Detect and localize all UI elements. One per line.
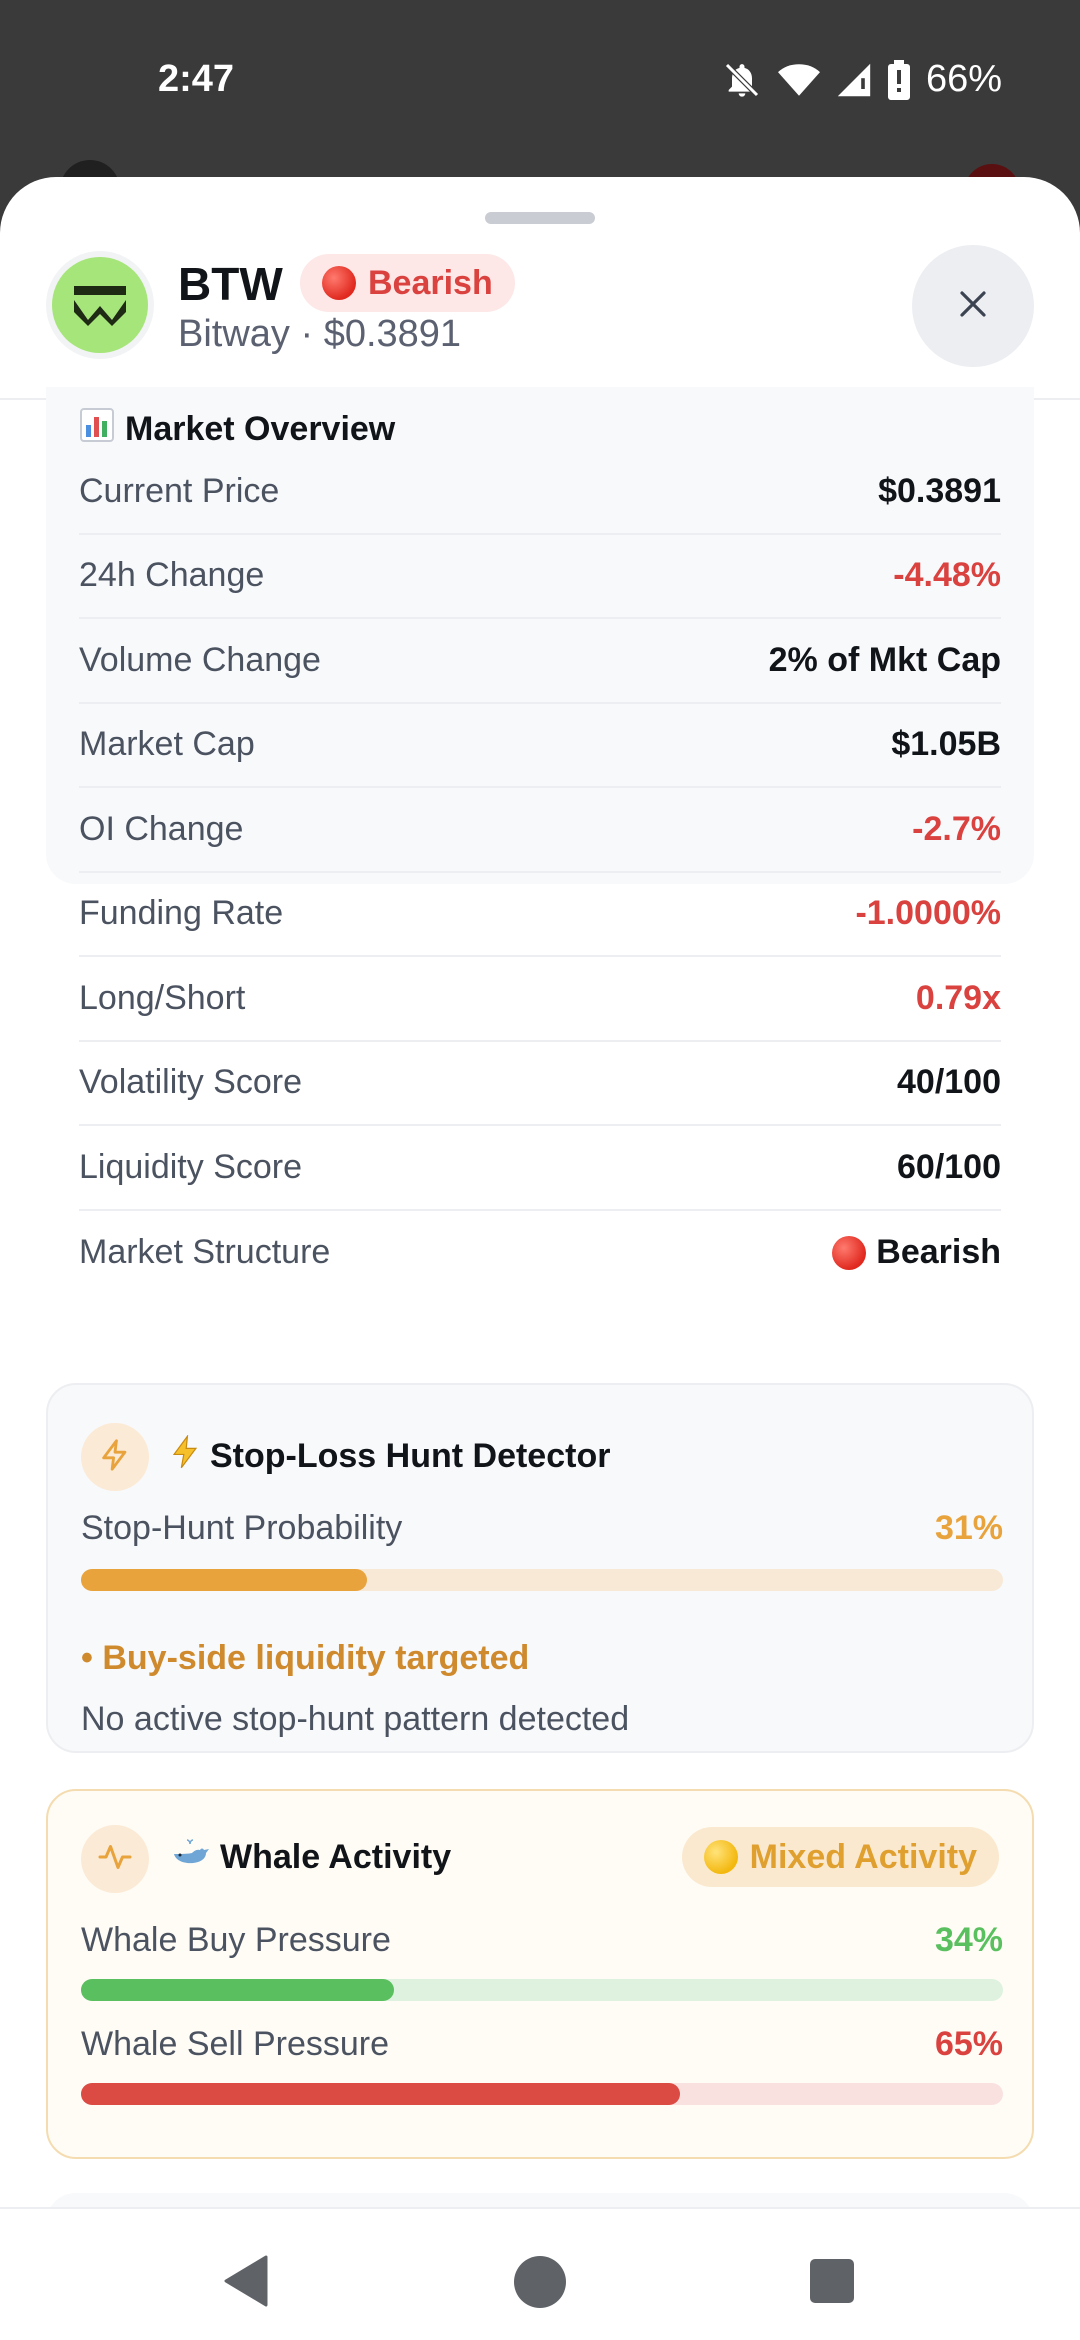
whale-sell-bar bbox=[81, 2083, 1003, 2105]
whale-icon-badge bbox=[81, 1825, 149, 1893]
whale-buy-bar bbox=[81, 1979, 1003, 2001]
close-button[interactable] bbox=[912, 245, 1034, 367]
stop-hunt-probability-fill bbox=[81, 1569, 367, 1591]
metric-list: Current Price $0.3891 24h Change -4.48% … bbox=[79, 450, 1001, 1295]
stop-hunt-status: No active stop-hunt pattern detected bbox=[81, 1700, 630, 1738]
stop-hunt-card: Stop-Loss Hunt Detector Stop-Hunt Probab… bbox=[46, 1383, 1034, 1753]
metric-row-24h-change: 24h Change -4.48% bbox=[79, 535, 1001, 619]
metric-row-oi-change: OI Change -2.7% bbox=[79, 788, 1001, 873]
metric-row-long-short: Long/Short 0.79x bbox=[79, 957, 1001, 1042]
status-time: 2:47 bbox=[158, 58, 235, 100]
stop-hunt-probability-bar bbox=[81, 1569, 1003, 1591]
whale-activity-title: Whale Activity bbox=[170, 1838, 451, 1877]
metric-row-volume-change: Volume Change 2% of Mkt Cap bbox=[79, 619, 1001, 704]
wifi-icon bbox=[777, 61, 820, 99]
battery-icon bbox=[887, 59, 910, 100]
status-icons: 66% bbox=[722, 58, 1002, 101]
bar-chart-icon bbox=[79, 407, 115, 452]
home-icon[interactable] bbox=[514, 2256, 566, 2308]
yellow-circle-icon bbox=[703, 1840, 738, 1874]
recents-icon[interactable] bbox=[810, 2259, 854, 2303]
close-icon bbox=[958, 289, 988, 324]
whale-buy-fill bbox=[81, 1979, 395, 2001]
metric-row-volatility-score: Volatility Score 40/100 bbox=[79, 1042, 1001, 1126]
activity-pulse-icon bbox=[97, 1839, 133, 1880]
coin-symbol: BTW bbox=[178, 258, 283, 310]
whale-emoji-icon bbox=[170, 1838, 210, 1877]
whale-sell-row: Whale Sell Pressure 65% bbox=[81, 2025, 1003, 2063]
whale-sell-fill bbox=[81, 2083, 681, 2105]
metric-row-liquidity-score: Liquidity Score 60/100 bbox=[79, 1126, 1001, 1211]
stop-hunt-probability-row: Stop-Hunt Probability 31% bbox=[81, 1509, 1003, 1547]
metric-row-market-cap: Market Cap $1.05B bbox=[79, 704, 1001, 788]
whale-buy-row: Whale Buy Pressure 34% bbox=[81, 1921, 1003, 1959]
system-nav-bar bbox=[0, 2207, 1080, 2340]
whale-activity-badge: Mixed Activity bbox=[681, 1827, 999, 1887]
sheet-header: BTW Bearish Bitway · $0.3891 bbox=[0, 177, 1080, 400]
whale-activity-card: Whale Activity Mixed Activity Whale Buy … bbox=[46, 1789, 1034, 2159]
battery-percent: 66% bbox=[925, 58, 1002, 100]
stop-hunt-title: Stop-Loss Hunt Detector bbox=[170, 1434, 610, 1478]
coin-logo bbox=[46, 251, 154, 359]
lightning-icon bbox=[98, 1438, 132, 1477]
lightning-emoji-icon bbox=[170, 1434, 200, 1478]
coin-subtitle: Bitway · $0.3891 bbox=[178, 313, 462, 355]
market-overview-card: Market Overview Current Price $0.3891 24… bbox=[46, 387, 1034, 1271]
market-overview-title: Market Overview bbox=[79, 407, 395, 452]
next-card-peek bbox=[46, 2193, 1034, 2207]
back-icon[interactable] bbox=[222, 2255, 268, 2312]
metric-row-funding-rate: Funding Rate -1.0000% bbox=[79, 873, 1001, 957]
sentiment-badge: Bearish bbox=[300, 254, 515, 312]
coin-detail-sheet: BTW Bearish Bitway · $0.3891 Market Over… bbox=[0, 177, 1080, 2207]
notifications-off-icon bbox=[722, 60, 762, 100]
metric-row-current-price: Current Price $0.3891 bbox=[79, 450, 1001, 535]
stop-hunt-icon-badge bbox=[81, 1423, 149, 1491]
target-note: • Buy-side liquidity targeted bbox=[81, 1639, 530, 1677]
cell-signal-icon bbox=[836, 62, 872, 98]
red-circle-icon bbox=[322, 266, 356, 300]
status-bar: 2:47 66% bbox=[0, 0, 1080, 170]
sentiment-label: Bearish bbox=[368, 263, 493, 302]
red-circle-icon bbox=[832, 1235, 867, 1270]
metric-row-market-structure: Market Structure Bearish bbox=[79, 1233, 1001, 1272]
